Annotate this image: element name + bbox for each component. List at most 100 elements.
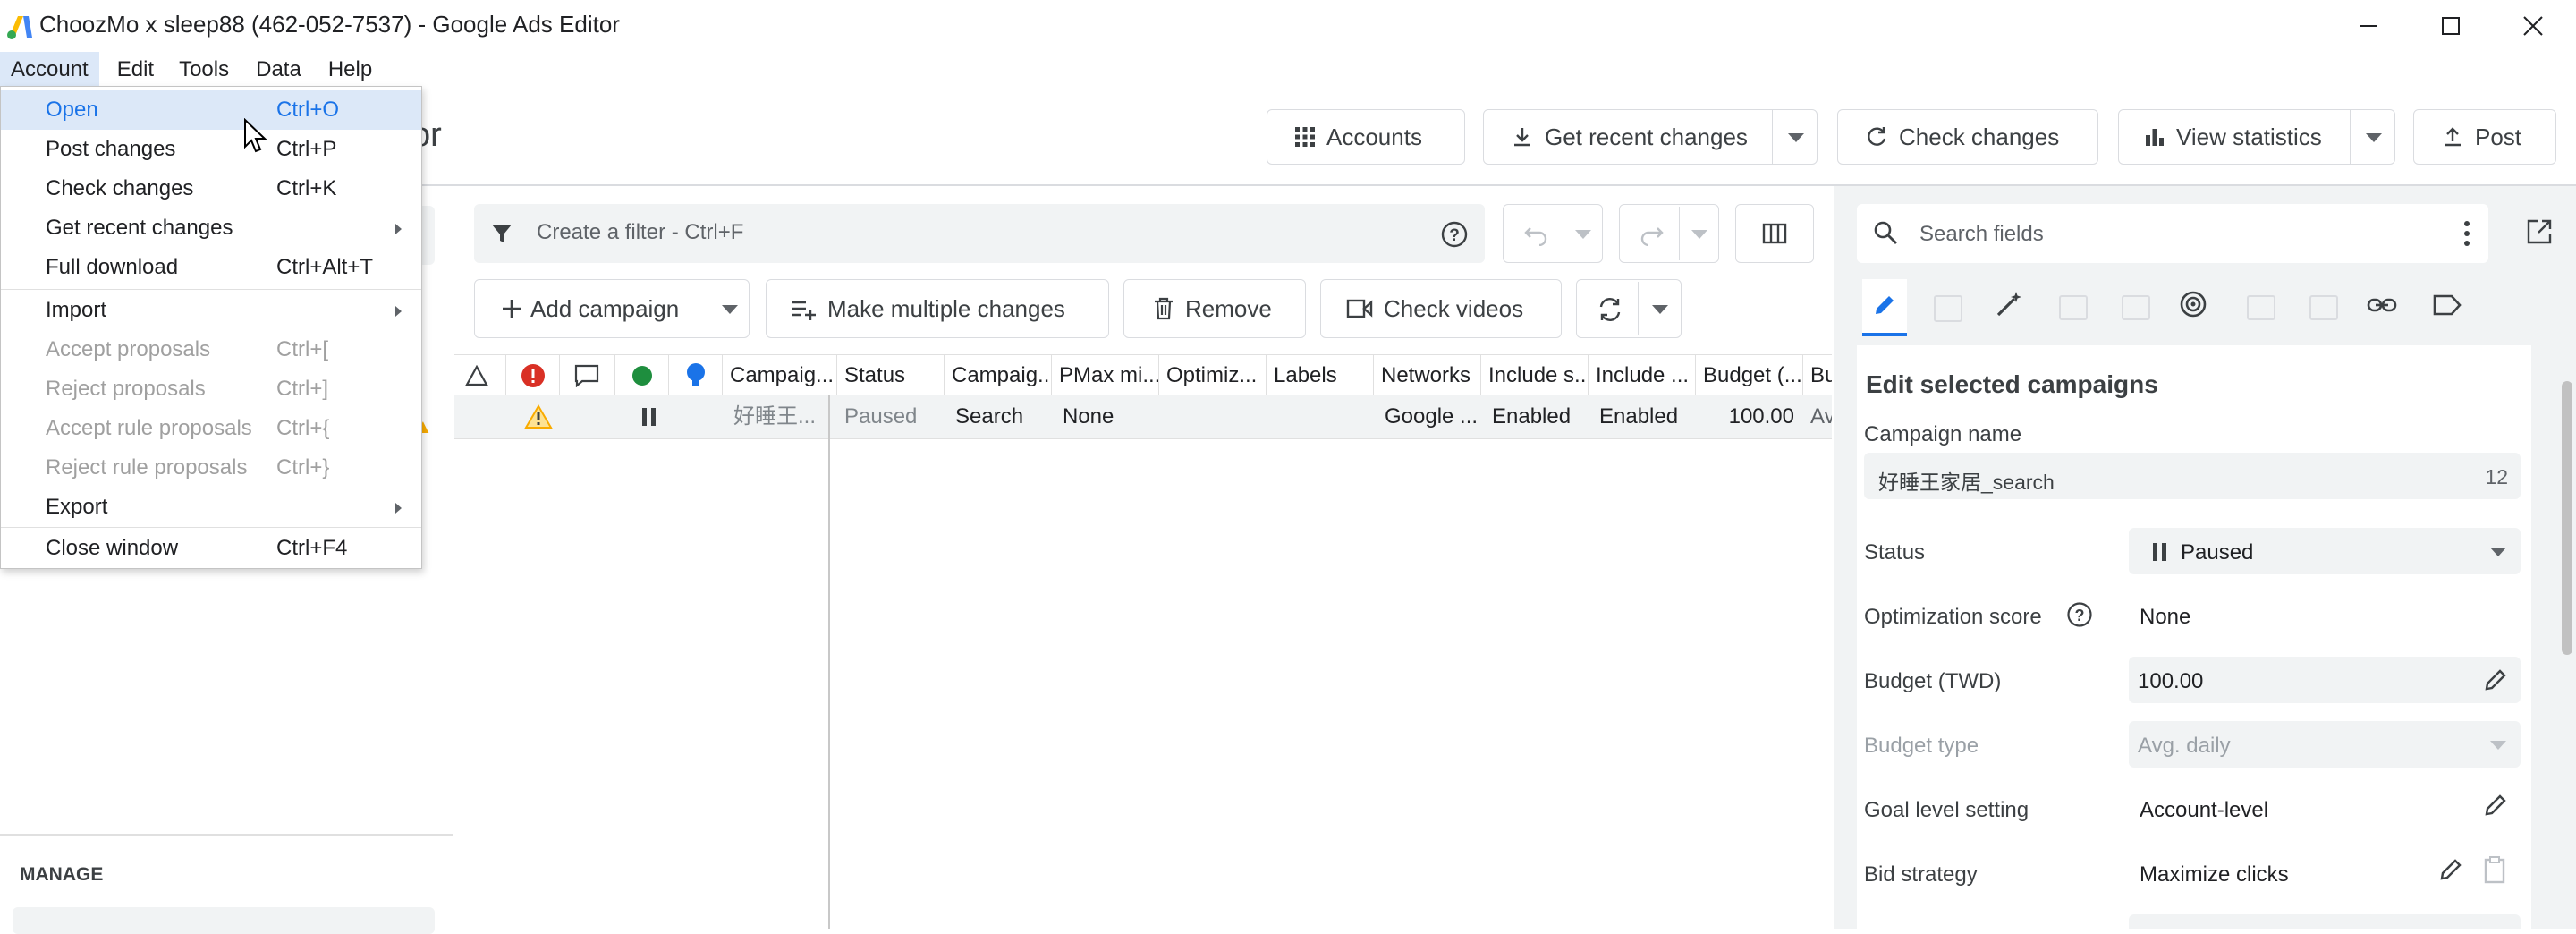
view-statistics-dropdown-icon[interactable]: [2366, 133, 2382, 142]
get-recent-changes-button[interactable]: Get recent changes: [1483, 109, 1818, 165]
open-in-new-icon[interactable]: [2526, 218, 2553, 245]
col-status[interactable]: Status: [837, 355, 945, 396]
tab-edit[interactable]: [1862, 279, 1907, 336]
status-select[interactable]: Paused: [2129, 528, 2521, 574]
pencil-icon: [1876, 296, 1894, 314]
menu-bar: Account Edit Tools Data Help: [0, 52, 2576, 88]
bar-chart-icon: [2146, 129, 2164, 146]
columns-button[interactable]: [1735, 204, 1814, 263]
remove-button[interactable]: Remove: [1123, 279, 1306, 338]
goal-level-value: Account-level: [2140, 798, 2269, 822]
accounts-button[interactable]: Accounts: [1267, 109, 1465, 165]
col-budget[interactable]: Budget (...: [1696, 355, 1803, 396]
menu-item-full-download[interactable]: Full download Ctrl+Alt+T: [1, 248, 421, 287]
menu-item-accept-proposals: Accept proposals Ctrl+[: [46, 337, 329, 361]
get-recent-changes-dropdown-icon[interactable]: [1788, 133, 1804, 142]
edit-heading: Edit selected campaigns: [1866, 370, 2158, 398]
menu-item-get-recent-changes[interactable]: Get recent changes: [1, 208, 421, 248]
video-icon: [1346, 299, 1373, 318]
pencil-icon[interactable]: [2483, 667, 2508, 692]
col-include-display[interactable]: Include ...: [1589, 355, 1696, 396]
col-error[interactable]: [506, 355, 560, 396]
menu-edit[interactable]: Edit: [106, 52, 165, 88]
clipboard-icon: [2484, 856, 2505, 884]
more-vert-icon[interactable]: [2463, 220, 2470, 247]
sync-dropdown-icon[interactable]: [1652, 305, 1668, 314]
view-statistics-button[interactable]: View statistics: [2118, 109, 2395, 165]
manage-item[interactable]: [13, 907, 435, 934]
menu-item-open[interactable]: Open Ctrl+O: [1, 90, 421, 130]
help-icon[interactable]: ?: [2066, 601, 2093, 628]
menu-help[interactable]: Help: [318, 52, 383, 88]
grid-icon: [1295, 127, 1315, 147]
tab-disabled-1-icon: [1934, 295, 1962, 322]
table-row[interactable]: 好睡王... Paused Search None Google ... Ena…: [454, 395, 1832, 439]
cell-include-search: Enabled: [1492, 404, 1572, 429]
cell-optimization: [1159, 395, 1267, 438]
link-icon[interactable]: [2367, 292, 2397, 318]
make-multiple-changes-button[interactable]: Make multiple changes: [766, 279, 1109, 338]
col-campaign-type[interactable]: Campaig...: [945, 355, 1052, 396]
menu-tools[interactable]: Tools: [168, 52, 240, 88]
col-labels[interactable]: Labels: [1267, 355, 1374, 396]
menu-account[interactable]: Account: [0, 52, 99, 88]
col-status-dot[interactable]: [615, 355, 669, 396]
edit-panel-scrollbar[interactable]: [2560, 372, 2574, 929]
google-ads-logo-icon: [7, 16, 32, 39]
campaign-name-value: 好睡王家居_search: [1878, 471, 2055, 494]
mouse-cursor-icon: [244, 118, 267, 153]
add-campaign-dropdown-icon[interactable]: [722, 305, 738, 314]
add-campaign-button[interactable]: Add campaign: [474, 279, 750, 338]
post-button[interactable]: Post: [2413, 109, 2556, 165]
col-campaign[interactable]: Campaig...: [723, 355, 837, 396]
menu-item-reject-rule-proposals: Reject rule proposals Ctrl+}: [46, 455, 330, 480]
sync-button[interactable]: [1576, 279, 1682, 338]
col-budget-type[interactable]: Bud: [1803, 355, 1832, 396]
col-warning[interactable]: [454, 355, 506, 396]
col-pmax[interactable]: PMax mi...: [1052, 355, 1159, 396]
check-changes-button[interactable]: Check changes: [1837, 109, 2098, 165]
col-optimization[interactable]: Optimiz...: [1159, 355, 1267, 396]
label-tag-icon[interactable]: [2433, 293, 2462, 317]
magic-wand-icon[interactable]: [1995, 290, 2023, 318]
close-window-button[interactable]: [2492, 0, 2574, 52]
menu-data[interactable]: Data: [245, 52, 312, 88]
error-icon: [521, 364, 545, 387]
get-recent-changes-label: Get recent changes: [1545, 123, 1748, 150]
frozen-column-divider: [828, 395, 830, 929]
filter-placeholder: Create a filter - Ctrl+F: [537, 220, 744, 244]
pencil-icon[interactable]: [2483, 793, 2508, 818]
col-include-search[interactable]: Include s...: [1481, 355, 1589, 396]
lightbulb-icon: [687, 363, 705, 386]
target-icon[interactable]: [2179, 290, 2207, 318]
menu-item-post-changes[interactable]: Post changes Ctrl+P: [1, 130, 421, 169]
menu-item-export[interactable]: Export: [1, 488, 421, 527]
redo-button[interactable]: [1619, 204, 1719, 263]
col-comments[interactable]: [560, 355, 615, 396]
col-networks[interactable]: Networks: [1374, 355, 1481, 396]
pencil-icon[interactable]: [2438, 857, 2463, 882]
minimize-icon: [2360, 25, 2377, 27]
menu-item-check-changes[interactable]: Check changes Ctrl+K: [1, 169, 421, 208]
budget-input[interactable]: 100.00: [2129, 657, 2521, 703]
tab-disabled-2-icon: [2059, 295, 2088, 320]
edit-panel-scroll-thumb[interactable]: [2562, 381, 2572, 655]
menu-item-accept-rule-proposals: Accept rule proposals Ctrl+{: [46, 416, 330, 440]
menu-item-import[interactable]: Import: [1, 291, 421, 330]
campaign-name-input[interactable]: 好睡王家居_search 12: [1864, 453, 2521, 499]
submenu-arrow-icon: [395, 224, 402, 234]
search-fields-box[interactable]: Search fields: [1857, 204, 2488, 263]
check-videos-button[interactable]: Check videos: [1320, 279, 1562, 338]
svg-text:?: ?: [1449, 226, 1460, 245]
col-recommendation[interactable]: [669, 355, 723, 396]
minimize-button[interactable]: [2327, 0, 2410, 52]
redo-icon: [1640, 227, 1664, 246]
plus-icon: [503, 300, 521, 318]
search-icon: [1874, 221, 1897, 244]
maximize-button[interactable]: [2410, 0, 2492, 52]
menu-item-close-window[interactable]: Close window Ctrl+F4: [1, 529, 421, 568]
help-icon[interactable]: ?: [1440, 220, 1469, 249]
filter-bar[interactable]: Create a filter - Ctrl+F ?: [474, 204, 1485, 263]
tab-disabled-5-icon: [2309, 295, 2338, 320]
undo-button[interactable]: [1503, 204, 1603, 263]
